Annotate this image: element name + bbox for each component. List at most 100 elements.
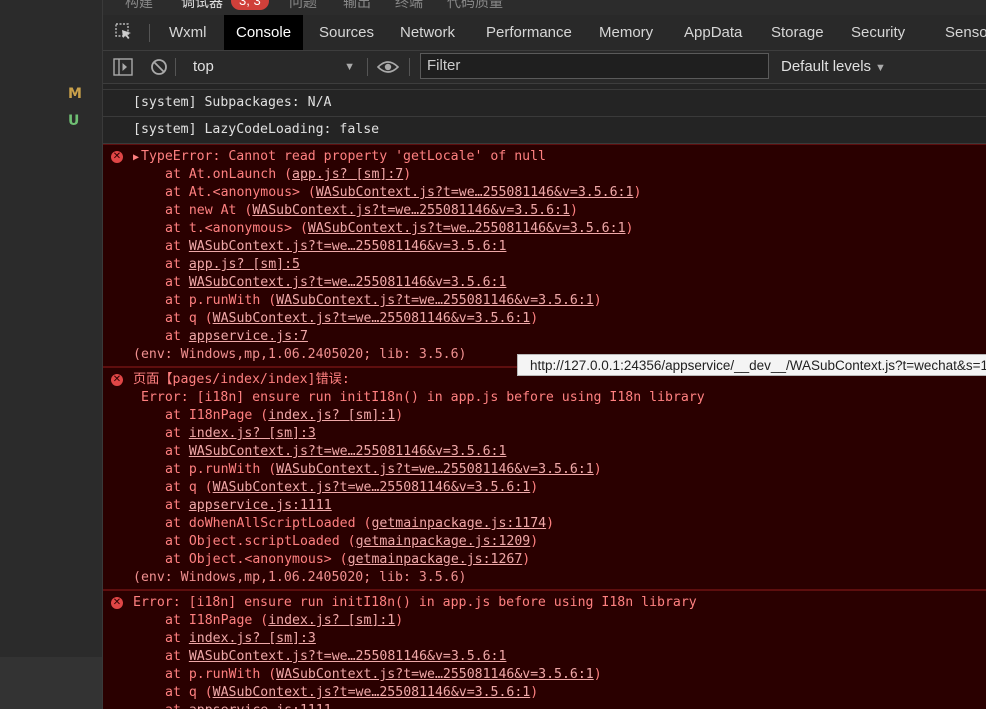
clear-console-icon[interactable] — [150, 58, 168, 76]
stack-frame-text: ) — [395, 408, 404, 423]
stack-frame: at Object.<anonymous> (getmainpackage.js… — [103, 551, 986, 569]
source-link[interactable]: app.js? [sm]:5 — [189, 257, 300, 272]
stack-frame-text: ) — [633, 185, 642, 200]
stack-frame: at I18nPage (index.js? [sm]:1) — [103, 612, 986, 630]
context-selector[interactable]: top ▼ — [185, 51, 355, 83]
devtools-tabbar: Wxml Console Sources Network Performance… — [103, 15, 986, 51]
source-link[interactable]: WASubContext.js?t=we…255081146&v=3.5.6:1 — [276, 462, 594, 477]
source-link[interactable]: index.js? [sm]:3 — [189, 631, 316, 646]
panel-tab-code-quality[interactable]: 代码质量 — [447, 0, 503, 12]
filter-input[interactable]: Filter — [420, 53, 769, 79]
stack-frame-text: ) — [546, 516, 555, 531]
source-link[interactable]: WASubContext.js?t=we…255081146&v=3.5.6:1 — [189, 649, 507, 664]
toolbar-separator — [409, 58, 410, 76]
caret-down-icon: ▼ — [875, 62, 886, 74]
panel-tab-debugger[interactable]: 调试器 — [181, 0, 223, 12]
source-link[interactable]: WASubContext.js?t=we…255081146&v=3.5.6:1 — [189, 444, 507, 459]
tab-security[interactable]: Security — [851, 15, 905, 50]
log-levels-dropdown[interactable]: Default levels ▼ — [781, 51, 886, 83]
stack-frame-text: at — [165, 275, 189, 290]
stack-frame-text: ) — [593, 293, 602, 308]
source-link[interactable]: WASubContext.js?t=we…255081146&v=3.5.6:1 — [213, 311, 531, 326]
panel-tab-problems[interactable]: 问题 — [289, 0, 317, 12]
gutter-lower-panel — [0, 657, 102, 709]
source-link[interactable]: app.js? [sm]:7 — [292, 167, 403, 182]
panel-tab-build[interactable]: 构建 — [125, 0, 153, 12]
error-header[interactable]: ▶ TypeError: Cannot read property 'getLoc… — [103, 148, 986, 166]
tab-sensor[interactable]: Sensor — [945, 15, 986, 50]
tab-appdata[interactable]: AppData — [684, 15, 742, 50]
source-link[interactable]: WASubContext.js?t=we…255081146&v=3.5.6:1 — [276, 293, 594, 308]
source-link[interactable]: index.js? [sm]:1 — [268, 408, 395, 423]
stack-frame: at appservice.js:7 — [103, 328, 986, 346]
stack-frame-text: at — [165, 649, 189, 664]
source-link[interactable]: WASubContext.js?t=we…255081146&v=3.5.6:1 — [276, 667, 594, 682]
stack-frame-text: ) — [395, 613, 404, 628]
stack-frame: at p.runWith (WASubContext.js?t=we…25508… — [103, 461, 986, 479]
stack-frame-text: at p.runWith ( — [165, 462, 277, 477]
stack-frame-text: at At.<anonymous> ( — [165, 185, 316, 200]
stack-frame-text: at p.runWith ( — [165, 293, 277, 308]
source-link[interactable]: appservice.js:1111 — [189, 703, 332, 709]
panel-tab-output[interactable]: 输出 — [343, 0, 371, 12]
error-icon: ✕ — [111, 374, 123, 386]
console-toolbar: top ▼ Filter Default levels ▼ — [103, 51, 986, 84]
stack-frame-text: at — [165, 498, 189, 513]
inspect-element-icon[interactable] — [115, 23, 133, 41]
stack-frame: at q (WASubContext.js?t=we…255081146&v=3… — [103, 684, 986, 702]
stack-frame-text: ) — [403, 167, 412, 182]
stack-frame: at WASubContext.js?t=we…255081146&v=3.5.… — [103, 648, 986, 666]
source-link[interactable]: WASubContext.js?t=we…255081146&v=3.5.6:1 — [252, 203, 570, 218]
tab-memory[interactable]: Memory — [599, 15, 653, 50]
git-untracked-marker: U — [68, 113, 80, 129]
toolbar-separator — [175, 58, 176, 76]
stack-frame: at q (WASubContext.js?t=we…255081146&v=3… — [103, 479, 986, 497]
stack-frame-text: ) — [530, 480, 539, 495]
stack-frame: at index.js? [sm]:3 — [103, 425, 986, 443]
source-link[interactable]: WASubContext.js?t=we…255081146&v=3.5.6:1 — [316, 185, 634, 200]
source-link[interactable]: index.js? [sm]:1 — [268, 613, 395, 628]
source-link[interactable]: WASubContext.js?t=we…255081146&v=3.5.6:1 — [308, 221, 626, 236]
source-link[interactable]: appservice.js:7 — [189, 329, 308, 344]
system-message: [system] Subpackages: N/A — [133, 95, 332, 110]
stack-frame-text: ) — [593, 667, 602, 682]
tab-separator — [149, 24, 150, 42]
source-link[interactable]: appservice.js:1111 — [189, 498, 332, 513]
source-link[interactable]: WASubContext.js?t=we…255081146&v=3.5.6:1 — [213, 480, 531, 495]
stack-frame: at index.js? [sm]:3 — [103, 630, 986, 648]
stack-frame-text: at doWhenAllScriptLoaded ( — [165, 516, 372, 531]
panel-tab-terminal[interactable]: 终端 — [395, 0, 423, 12]
tab-sources[interactable]: Sources — [319, 15, 374, 50]
stack-frame-text: at — [165, 426, 189, 441]
source-link[interactable]: WASubContext.js?t=we…255081146&v=3.5.6:1 — [189, 275, 507, 290]
tab-performance[interactable]: Performance — [486, 15, 572, 50]
source-link[interactable]: WASubContext.js?t=we…255081146&v=3.5.6:1 — [189, 239, 507, 254]
source-link[interactable]: index.js? [sm]:3 — [189, 426, 316, 441]
stack-frame-text: at new At ( — [165, 203, 253, 218]
stack-frame: at t.<anonymous> (WASubContext.js?t=we…2… — [103, 220, 986, 238]
expand-triangle-icon[interactable]: ▶ — [133, 152, 139, 163]
system-message: [system] LazyCodeLoading: false — [133, 122, 380, 137]
stack-frame: at WASubContext.js?t=we…255081146&v=3.5.… — [103, 443, 986, 461]
tab-wxml[interactable]: Wxml — [169, 15, 207, 50]
source-link[interactable]: getmainpackage.js:1209 — [356, 534, 531, 549]
source-link[interactable]: WASubContext.js?t=we…255081146&v=3.5.6:1 — [213, 685, 531, 700]
stack-frame-text: at — [165, 444, 189, 459]
tab-console[interactable]: Console — [224, 15, 304, 50]
stack-frame-text: at At.onLaunch ( — [165, 167, 293, 182]
stack-frame-text: at — [165, 631, 189, 646]
stack-frame-text: at q ( — [165, 480, 213, 495]
error-icon: ✕ — [111, 151, 123, 163]
eye-icon[interactable] — [377, 59, 399, 75]
tab-network[interactable]: Network — [400, 15, 455, 50]
console-output[interactable]: [system] Subpackages: N/A [system] LazyC… — [103, 84, 986, 709]
tab-storage[interactable]: Storage — [771, 15, 824, 50]
stack-frame-text: ) — [569, 203, 578, 218]
stack-frame-text: at Object.scriptLoaded ( — [165, 534, 356, 549]
stack-frame: at p.runWith (WASubContext.js?t=we…25508… — [103, 292, 986, 310]
source-link[interactable]: getmainpackage.js:1174 — [371, 516, 546, 531]
sidebar-toggle-icon[interactable] — [113, 58, 133, 76]
source-link[interactable]: getmainpackage.js:1267 — [348, 552, 523, 567]
error-count-badge: 3, 3 — [231, 0, 269, 10]
stack-frame-text: at — [165, 239, 189, 254]
